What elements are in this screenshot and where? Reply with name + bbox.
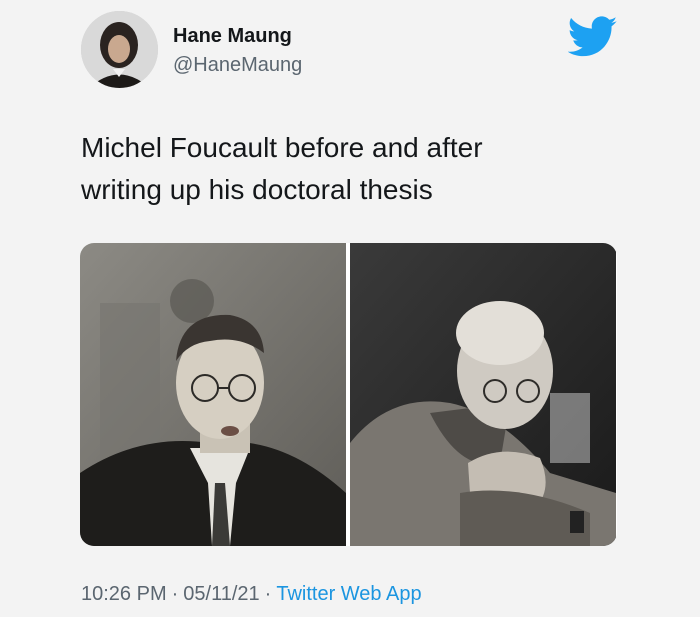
meta-separator-2: · — [264, 583, 272, 605]
young-foucault-photo — [80, 243, 346, 546]
tweet-text-line-1: Michel Foucault before and after — [81, 132, 483, 163]
tweet-media[interactable] — [80, 243, 617, 546]
older-foucault-photo — [350, 243, 616, 546]
avatar-image — [81, 11, 158, 88]
meta-separator: · — [171, 583, 179, 605]
photo-after[interactable] — [350, 243, 616, 546]
tweet-text-line-2: writing up his doctoral thesis — [81, 174, 433, 205]
user-handle[interactable]: @HaneMaung — [173, 54, 302, 77]
tweet-date[interactable]: 05/11/21 — [183, 583, 259, 605]
tweet-meta: 10:26 PM · 05/11/21 · Twitter Web App — [81, 583, 422, 606]
display-name[interactable]: Hane Maung — [173, 25, 292, 48]
twitter-bird-icon[interactable] — [568, 16, 618, 58]
tweet-time[interactable]: 10:26 PM — [81, 583, 167, 605]
avatar[interactable] — [81, 11, 158, 88]
source-app-link[interactable]: Twitter Web App — [276, 583, 421, 605]
photo-before[interactable] — [80, 243, 346, 546]
tweet-card: Hane Maung @HaneMaung Michel Foucault be… — [0, 0, 700, 617]
tweet-text: Michel Foucault before and after writing… — [81, 127, 621, 211]
